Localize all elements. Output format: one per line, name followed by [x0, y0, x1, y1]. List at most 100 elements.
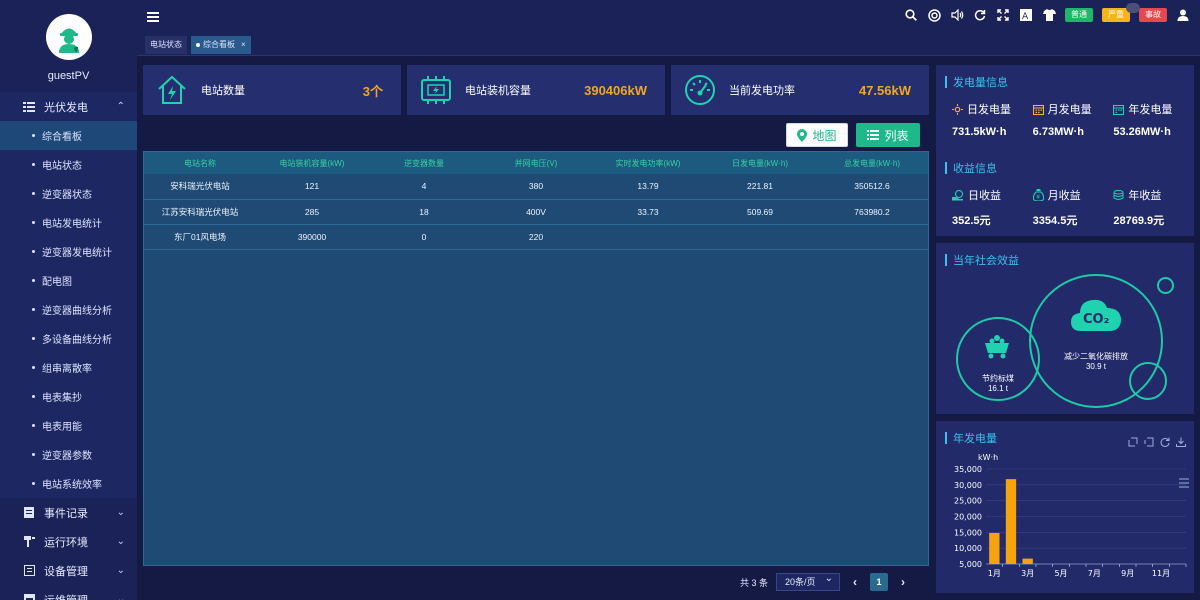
sidebar-group-environment[interactable]: 运行环境 ⌄	[0, 527, 137, 556]
battery-bolt-icon	[419, 73, 453, 107]
restore-icon[interactable]	[1160, 437, 1170, 447]
monthly-generation: 月发电量 6.73MW·h	[1032, 102, 1114, 138]
sidebar-group-maintenance[interactable]: 运维管理 ⌄	[0, 585, 137, 600]
sidebar-item-string-dispersion[interactable]: 组串离散率	[0, 353, 137, 382]
y-axis-unit: kW·h	[978, 453, 998, 462]
table-cell: 350512.6	[816, 174, 928, 200]
generation-info-title: 发电量信息	[936, 74, 1194, 90]
table-row[interactable]: 江苏安科瑞光伏电站 285 18 400V 33.73 509.69 76398…	[144, 199, 928, 225]
sidebar-item-label: 电站系统效率	[42, 480, 102, 491]
y-tick-label: 20,000	[954, 513, 982, 522]
table-cell: 509.69	[704, 199, 816, 225]
monthly-generation-value: 6.73MW·h	[1032, 126, 1085, 138]
column-header[interactable]: 电站名称	[144, 152, 256, 174]
coal-saving-info: 节约标煤 16.1 t	[960, 374, 1036, 394]
top-bar: A 普通 严重 事故	[137, 0, 1200, 34]
column-header[interactable]: 逆变器数量	[368, 152, 480, 174]
table-cell: 江苏安科瑞光伏电站	[144, 199, 256, 225]
bullet-icon	[32, 279, 35, 282]
font-size-icon[interactable]: A	[1019, 8, 1033, 22]
alarm-fault-badge[interactable]: 事故	[1139, 8, 1167, 22]
search-icon[interactable]	[904, 8, 918, 22]
wrench-icon	[22, 535, 36, 549]
bar-2月[interactable]	[1005, 479, 1017, 564]
sidebar-group-devices[interactable]: 设备管理 ⌄	[0, 556, 137, 585]
sidebar-item-meter-reading[interactable]: 电表集抄	[0, 382, 137, 411]
monthly-generation-label: 月发电量	[1047, 104, 1092, 116]
table-cell: 13.79	[592, 174, 704, 200]
table-cell: 221.81	[704, 174, 816, 200]
calendar-icon	[1032, 104, 1044, 115]
y-tick-label: 25,000	[954, 497, 982, 506]
alarm-severe-badge[interactable]: 严重	[1102, 3, 1140, 22]
table-cell: 121	[256, 174, 368, 200]
user-icon[interactable]	[1176, 8, 1190, 22]
sidebar-group-pv[interactable]: 光伏发电 ⌃	[0, 92, 137, 121]
list-view-button[interactable]: 列表	[856, 123, 920, 147]
refresh-icon[interactable]	[973, 8, 987, 22]
sidebar-group-label: 运行环境	[44, 536, 88, 549]
sidebar-item-inverter-stats[interactable]: 逆变器发电统计	[0, 237, 137, 266]
sidebar-item-inverter-curve[interactable]: 逆变器曲线分析	[0, 295, 137, 324]
column-header[interactable]: 电站装机容量(kW)	[256, 152, 368, 174]
daily-generation-label: 日发电量	[967, 104, 1011, 116]
table-cell	[704, 224, 816, 250]
table-row[interactable]: 安科瑞光伏电站 121 4 380 13.79 221.81 350512.6	[144, 174, 928, 200]
column-header[interactable]: 实时发电功率(kW)	[592, 152, 704, 174]
zoom-select-icon[interactable]	[1128, 437, 1138, 447]
sidebar-item-station-stats[interactable]: 电站发电统计	[0, 208, 137, 237]
filter-icon[interactable]	[1179, 478, 1189, 488]
chevron-down-icon: ⌄	[116, 594, 125, 600]
close-icon[interactable]: ×	[241, 36, 246, 54]
zoom-reset-icon[interactable]	[1144, 437, 1154, 447]
coal-saving-label: 节约标煤	[982, 374, 1014, 383]
bullet-icon	[32, 308, 35, 311]
page-size-select[interactable]: 20条/页	[776, 571, 841, 591]
svg-text:A: A	[1022, 12, 1029, 21]
sidebar-item-inverter-status[interactable]: 逆变器状态	[0, 179, 137, 208]
sidebar-item-multi-device-curve[interactable]: 多设备曲线分析	[0, 324, 137, 353]
chevron-down-icon: ⌄	[116, 565, 125, 576]
pagination: 共 3 条 20条/页 ‹ 1 ›	[740, 571, 910, 591]
table-cell: 220	[480, 224, 592, 250]
tab-dashboard[interactable]: 综合看板 ×	[191, 35, 251, 54]
fullscreen-icon[interactable]	[996, 8, 1010, 22]
tools-icon	[22, 593, 36, 600]
column-header[interactable]: 总发电量(kW·h)	[816, 152, 928, 174]
social-benefit-panel: 当年社会效益 节约标煤 16.1 t CO₂ 减少二氧化碳排放 30.9 t	[936, 243, 1194, 414]
next-page-button[interactable]: ›	[896, 575, 910, 589]
skin-theme-icon[interactable]	[1042, 8, 1056, 22]
social-benefit-title: 当年社会效益	[936, 252, 1194, 268]
sidebar-group-label: 设备管理	[44, 565, 88, 578]
sidebar-item-system-efficiency[interactable]: 电站系统效率	[0, 469, 137, 498]
table-row[interactable]: 东厂01风电场 390000 0 220	[144, 224, 928, 250]
coins-icon	[1113, 189, 1124, 200]
map-view-button[interactable]: 地图	[786, 123, 848, 147]
yearly-generation-label: 年发电量	[1128, 104, 1173, 116]
download-icon[interactable]	[1176, 437, 1186, 447]
alarm-normal-badge[interactable]: 普通	[1065, 8, 1093, 22]
sidebar-item-meter-usage[interactable]: 电表用能	[0, 411, 137, 440]
sidebar-item-distribution-diagram[interactable]: 配电图	[0, 266, 137, 295]
help-lifebuoy-icon[interactable]	[927, 8, 941, 22]
menu-toggle-icon[interactable]	[147, 12, 159, 22]
page-number-button[interactable]: 1	[870, 573, 889, 591]
sidebar-item-inverter-params[interactable]: 逆变器参数	[0, 440, 137, 469]
stat-label: 电站装机容量	[465, 85, 531, 97]
sidebar-item-station-status[interactable]: 电站状态	[0, 150, 137, 179]
avatar[interactable]	[45, 14, 92, 60]
volume-icon[interactable]	[950, 8, 964, 22]
annual-generation-chart: kW·h 35,000 30,000 25,000 20,000 15,000 10,00…	[954, 453, 1189, 578]
device-icon	[22, 564, 36, 578]
sidebar-group-events[interactable]: 事件记录 ⌄	[0, 498, 137, 527]
prev-page-button[interactable]: ‹	[848, 575, 862, 589]
column-header[interactable]: 并网电压(V)	[480, 152, 592, 174]
sidebar-item-dashboard[interactable]: 综合看板	[0, 121, 137, 150]
column-header[interactable]: 日发电量(kW·h)	[704, 152, 816, 174]
bar-3月[interactable]	[1022, 558, 1033, 564]
svg-text:¥: ¥	[1036, 194, 1040, 201]
list-icon	[867, 130, 880, 140]
y-tick-label: 15,000	[954, 528, 982, 537]
bar-1月[interactable]	[989, 532, 1000, 564]
tab-station-status[interactable]: 电站状态	[145, 35, 187, 54]
